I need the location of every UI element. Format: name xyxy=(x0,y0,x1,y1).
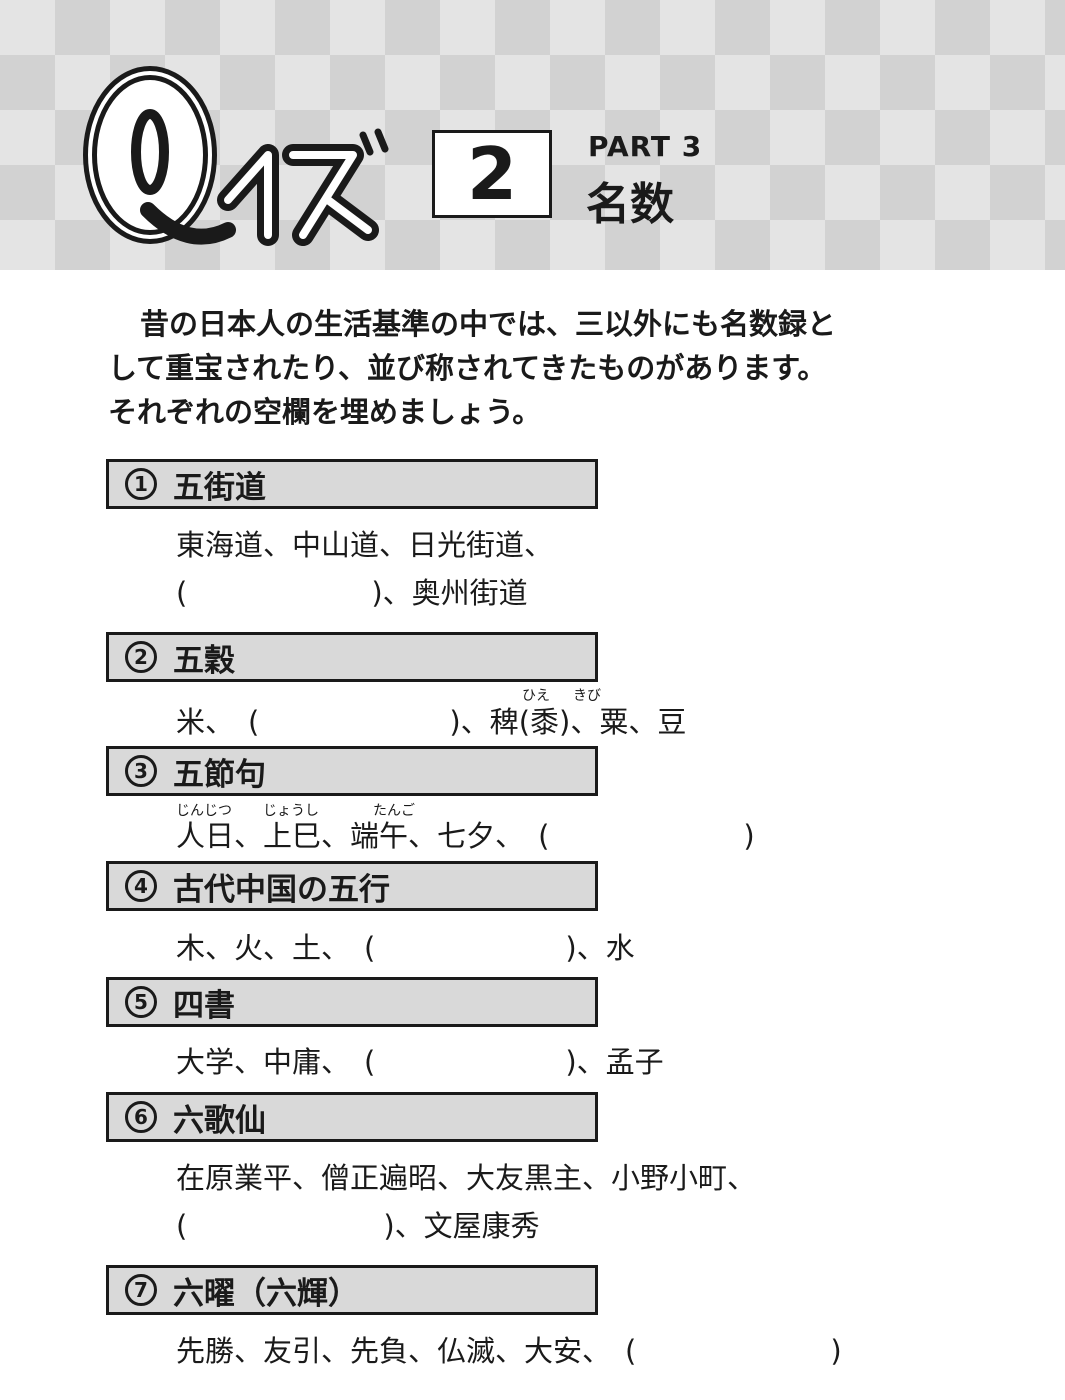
answer-line: ( )、奥州街道 xyxy=(176,575,528,611)
part-title: 名数 xyxy=(586,179,674,230)
section-title: 古代中国の五行 xyxy=(173,871,390,908)
quiz-number-box: 2 xyxy=(432,130,552,218)
answer-text: 米、 xyxy=(176,705,235,739)
section-number: 2 xyxy=(125,641,157,673)
section-header: 7 六曜（六輝） xyxy=(106,1265,598,1315)
blank-open: ( xyxy=(364,931,376,965)
section-title: 六歌仙 xyxy=(173,1102,266,1139)
answer-text: 黍 xyxy=(530,705,560,739)
answer-line: 東海道、中山道、日光街道、 xyxy=(176,528,554,562)
answer-line: 大学、中庸、 ( )、孟子 xyxy=(176,1044,664,1080)
section-header: 4 古代中国の五行 xyxy=(106,861,598,911)
blank-close: )、 xyxy=(449,705,490,739)
section-title: 五街道 xyxy=(173,469,266,506)
section-number: 7 xyxy=(125,1274,157,1306)
ruby-reading: じょうし xyxy=(263,803,319,819)
answer-text: 大学、中庸、 xyxy=(176,1045,351,1079)
section-title: 六曜（六輝） xyxy=(173,1275,359,1312)
section-number: 5 xyxy=(125,986,157,1018)
quiz-logo xyxy=(83,66,389,246)
answer-text: 稗 xyxy=(489,705,519,739)
intro-line: して重宝されたり、並び称されてきたものがあります。 xyxy=(108,351,827,385)
ruby-reading: じんじつ xyxy=(176,803,232,819)
section-header: 3 五節句 xyxy=(106,746,598,796)
answer-line: ( )、文屋康秀 xyxy=(176,1208,540,1244)
answer-text: 、七夕、 xyxy=(408,819,525,853)
blank-open: ( xyxy=(538,819,550,853)
intro-line: 昔の日本人の生活基準の中では、三以外にも名数録と xyxy=(140,307,837,341)
answer-line: 米、()、稗(黍)、粟、豆 xyxy=(176,704,686,740)
blank-close: )、孟子 xyxy=(565,1045,664,1079)
ruby-reading: たんご xyxy=(373,803,415,819)
answer-line: 在原業平、僧正遍昭、大友黒主、小野小町、 xyxy=(176,1161,757,1195)
blank-close: ) xyxy=(830,1334,842,1368)
section-header: 5 四書 xyxy=(106,977,598,1027)
blank-open: ( xyxy=(176,1209,188,1243)
part-label: PART 3 xyxy=(588,130,703,163)
answer-line: 人日、上巳、端午、七夕、 () xyxy=(176,818,755,854)
blank-open: ( xyxy=(176,576,188,610)
answer-text: 、端午 xyxy=(321,819,409,853)
section-header: 6 六歌仙 xyxy=(106,1092,598,1142)
blank-open: ( xyxy=(248,705,260,739)
blank-close: )、奥州街道 xyxy=(371,576,528,610)
answer-text: 、粟、豆 xyxy=(570,705,687,739)
intro-line: それぞれの空欄を埋めましょう。 xyxy=(108,395,542,429)
section-number: 3 xyxy=(125,755,157,787)
section-number: 4 xyxy=(125,870,157,902)
answer-line: 先勝、友引、先負、仏滅、大安、 () xyxy=(176,1333,842,1369)
section-number: 1 xyxy=(125,468,157,500)
answer-text: ( xyxy=(518,705,531,739)
blank-open: ( xyxy=(364,1045,376,1079)
intro-paragraph: 昔の日本人の生活基準の中では、三以外にも名数録と して重宝されたり、並び称されて… xyxy=(108,302,988,434)
section-title: 五節句 xyxy=(173,756,266,793)
blank-close: ) xyxy=(743,819,755,853)
section-header: 2 五穀 xyxy=(106,632,598,682)
section-header: 1 五街道 xyxy=(106,459,598,509)
answer-text: 人日 xyxy=(176,819,235,853)
blank-close: )、水 xyxy=(565,931,635,965)
answer-text: 、上巳 xyxy=(234,819,322,853)
answer-text: ) xyxy=(559,705,571,739)
blank-close: )、文屋康秀 xyxy=(383,1209,540,1243)
answer-text: 木、火、土、 xyxy=(176,931,351,965)
section-title: 五穀 xyxy=(173,642,235,679)
section-title: 四書 xyxy=(173,987,235,1024)
ruby-reading: きび xyxy=(573,688,601,704)
answer-line: 木、火、土、 ( )、水 xyxy=(176,930,635,966)
blank-open: ( xyxy=(625,1334,637,1368)
ruby-reading: ひえ xyxy=(522,688,550,704)
section-number: 6 xyxy=(125,1101,157,1133)
answer-text: 先勝、友引、先負、仏滅、大安、 xyxy=(176,1334,612,1368)
